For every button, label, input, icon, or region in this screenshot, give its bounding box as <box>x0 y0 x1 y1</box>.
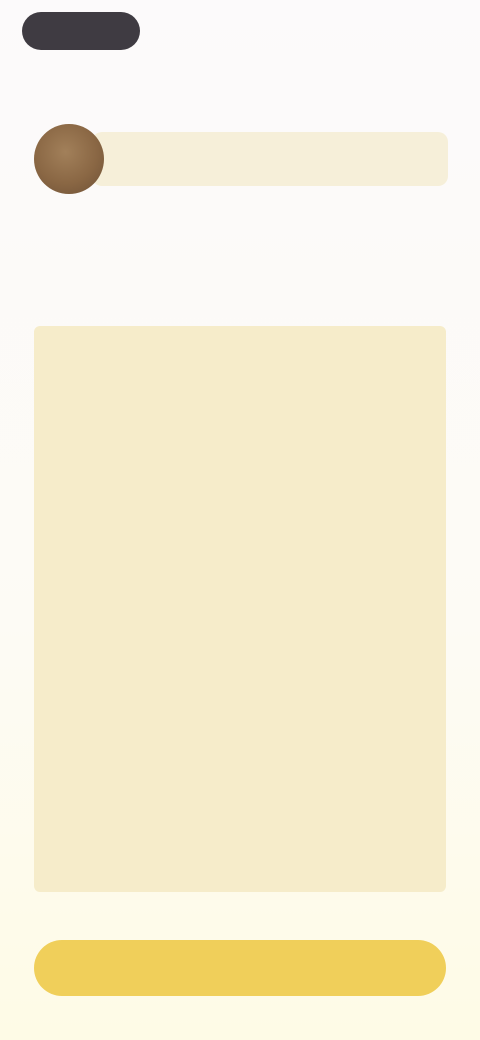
step-item <box>34 634 446 668</box>
step-number <box>34 760 446 780</box>
step-number <box>34 508 446 528</box>
back-button[interactable] <box>22 12 140 50</box>
step-item <box>34 508 446 542</box>
avatar <box>34 124 104 194</box>
profile-card[interactable] <box>34 124 448 194</box>
primary-button[interactable] <box>34 940 446 996</box>
steps-panel <box>34 326 446 892</box>
step-item <box>34 760 446 794</box>
step-number <box>34 634 446 654</box>
profile-info <box>92 132 448 186</box>
app-screen <box>0 0 480 1040</box>
top-bar <box>0 0 480 62</box>
step-item <box>34 382 446 416</box>
step-number <box>34 382 446 402</box>
